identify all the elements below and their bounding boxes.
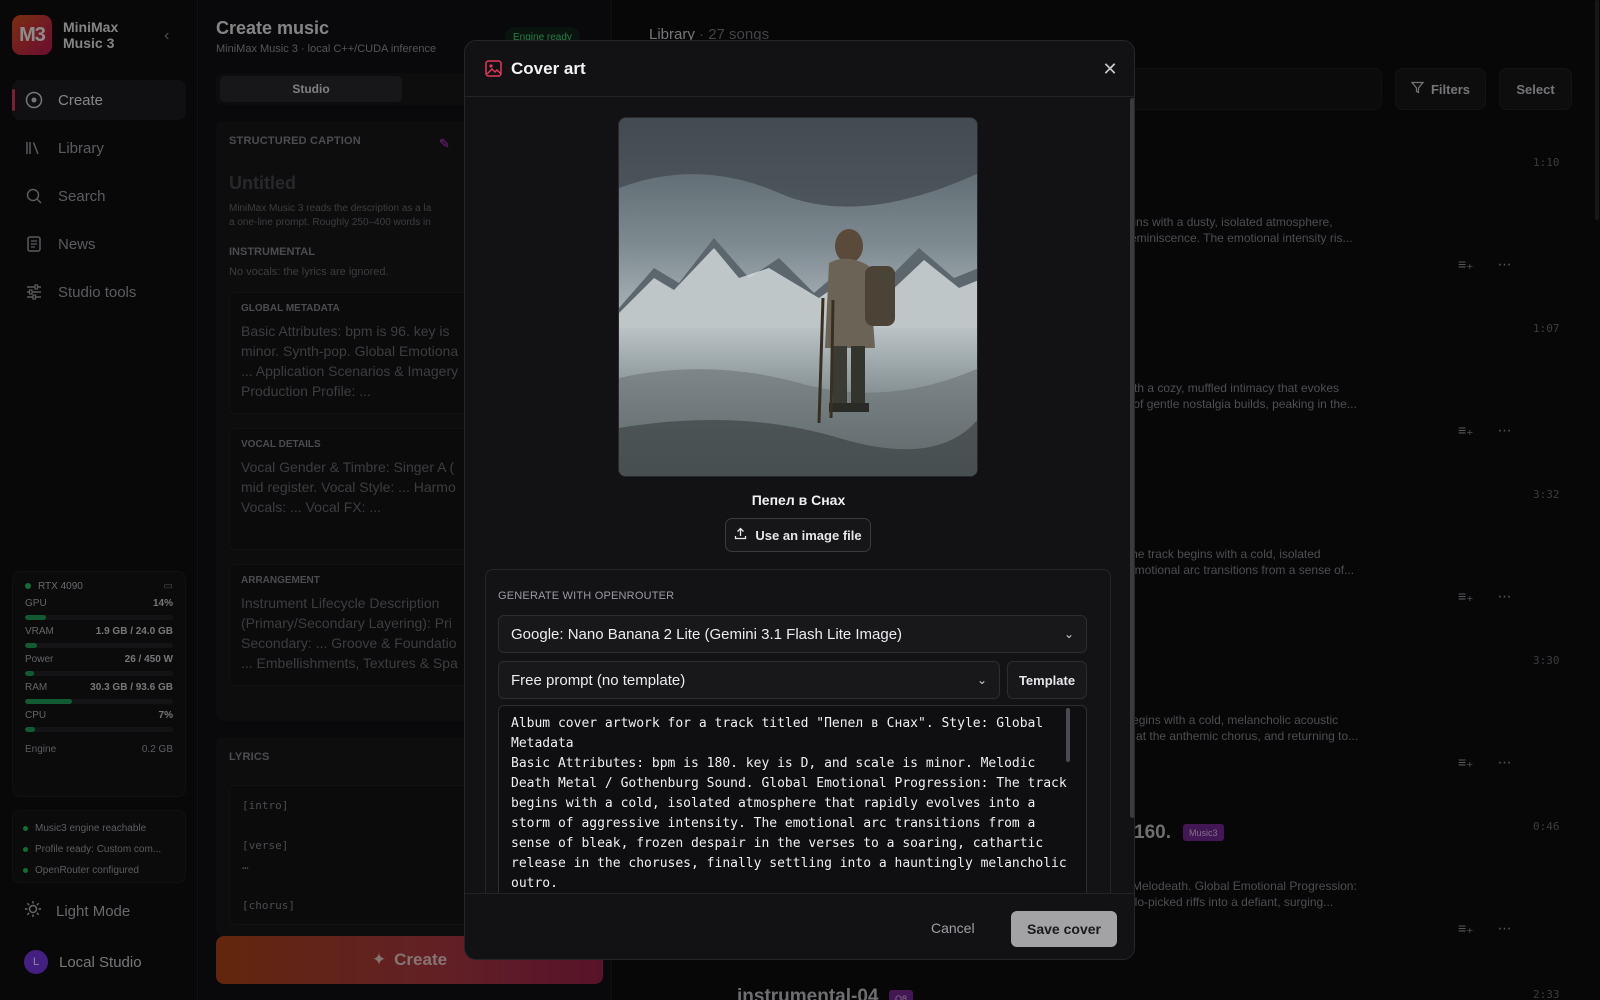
save-cover-button[interactable]: Save cover	[1011, 911, 1117, 947]
template-select[interactable]: Free prompt (no template) ⌄	[498, 661, 1000, 699]
cover-art-dialog: Cover art ✕ Пепел в Снах Use an image fi…	[464, 40, 1135, 960]
cancel-button[interactable]: Cancel	[931, 920, 975, 936]
dialog-title: Cover art	[511, 59, 586, 78]
image-icon	[485, 60, 502, 77]
chevron-down-icon: ⌄	[1063, 627, 1074, 641]
generate-section: GENERATE WITH OPENROUTER Google: Nano Ba…	[485, 569, 1111, 909]
dialog-header: Cover art ✕	[465, 41, 1134, 97]
close-icon[interactable]: ✕	[1099, 58, 1121, 80]
template-select-value: Free prompt (no template)	[511, 671, 686, 689]
model-select-value: Google: Nano Banana 2 Lite (Gemini 3.1 F…	[511, 625, 903, 643]
upload-icon	[734, 527, 747, 543]
chevron-down-icon: ⌄	[976, 673, 987, 687]
cover-image	[618, 117, 978, 477]
model-select[interactable]: Google: Nano Banana 2 Lite (Gemini 3.1 F…	[498, 615, 1087, 653]
song-name: Пепел в Снах	[751, 492, 846, 508]
template-button[interactable]: Template	[1007, 661, 1087, 699]
prompt-textarea[interactable]: Album cover artwork for a track titled "…	[498, 705, 1087, 905]
generate-label: GENERATE WITH OPENROUTER	[498, 590, 675, 602]
use-image-file-button[interactable]: Use an image file	[725, 518, 871, 552]
prompt-scrollbar[interactable]	[1066, 708, 1070, 762]
use-image-file-label: Use an image file	[755, 527, 862, 543]
dialog-scrollbar[interactable]	[1130, 98, 1134, 818]
dialog-footer: Cancel Save cover	[465, 893, 1134, 959]
